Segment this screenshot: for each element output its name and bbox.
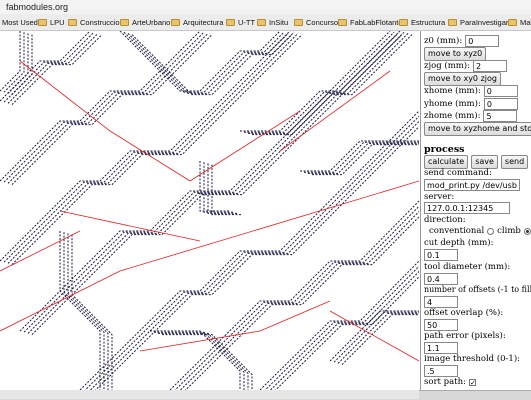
bookmark-label: LPU — [50, 17, 65, 27]
direction-label: direction: — [424, 215, 466, 225]
bookmark-arteurbano[interactable]: ArteUrbano — [120, 17, 170, 27]
move-xyzhome-button[interactable]: move to xyzhome and stop — [424, 122, 531, 136]
sort-path-checkbox[interactable]: ✓ — [468, 378, 476, 386]
path-error-input[interactable] — [424, 342, 458, 354]
toolpath-drawing — [0, 31, 419, 390]
conventional-radio[interactable] — [487, 227, 495, 235]
bookmark-label: Arquitectura — [183, 17, 224, 27]
z0-input[interactable] — [465, 35, 500, 47]
server-input[interactable] — [424, 202, 510, 214]
bookmark-most-used[interactable]: Most Used — [2, 17, 38, 27]
yhome-label: yhome (mm): — [424, 99, 481, 109]
bookmark-label: Estructura — [411, 17, 446, 27]
folder-icon — [338, 18, 347, 26]
overlap-label: offset overlap (%): — [424, 308, 504, 318]
tool-diameter-input[interactable] — [424, 273, 458, 285]
server-label: server: — [424, 192, 455, 202]
conventional-label: conventional — [429, 226, 485, 236]
bookmark-label: ArteUrbano — [132, 17, 171, 27]
folder-icon — [226, 18, 235, 26]
move-xy0-zjog-button[interactable]: move to xy0 zjog — [424, 72, 501, 86]
bookmark-label: Most Used — [2, 17, 38, 27]
climb-radio[interactable] — [523, 227, 531, 235]
send-command-input[interactable] — [424, 179, 520, 191]
bookmark-label: Construccion — [80, 17, 124, 27]
bookmark-label: FabLabFlotante — [350, 17, 403, 27]
bookmark-construccion[interactable]: Construccion — [68, 17, 124, 27]
climb-label: climb — [497, 226, 521, 236]
bookmark-estructura[interactable]: Estructura — [399, 17, 445, 27]
tool-diameter-label: tool diameter (mm): — [424, 262, 511, 272]
folder-icon — [68, 18, 77, 26]
process-heading: process — [424, 144, 465, 155]
cut-depth-input[interactable] — [424, 249, 458, 261]
bookmark-parainvestigar[interactable]: ParaInvestigar — [448, 17, 508, 27]
offsets-label: number of offsets (-1 to fill): — [424, 285, 531, 294]
bookmark-label: Mab — [520, 17, 531, 27]
folder-icon — [38, 18, 47, 26]
threshold-input[interactable] — [424, 365, 458, 377]
bookmark-label: InSitu — [269, 17, 289, 27]
bookmark-label: U-TT — [238, 17, 256, 27]
bookmark-u-tt[interactable]: U-TT — [226, 17, 255, 27]
overlap-input[interactable] — [424, 319, 458, 331]
xhome-label: xhome (mm): — [424, 86, 481, 96]
toolpath-canvas[interactable] — [0, 31, 419, 390]
xhome-input[interactable] — [483, 85, 518, 97]
folder-icon — [294, 18, 303, 26]
zjog-input[interactable] — [473, 60, 507, 72]
folder-icon — [448, 18, 457, 26]
bookmark-arquitectura[interactable]: Arquitectura — [171, 17, 223, 27]
sort-path-label: sort path: — [424, 377, 466, 387]
folder-icon — [171, 18, 180, 26]
zhome-label: zhome (mm): — [424, 111, 481, 121]
save-button[interactable]: save — [471, 155, 498, 169]
zhome-input[interactable] — [483, 110, 518, 122]
calculate-button[interactable]: calculate — [424, 155, 469, 169]
bookmark-label: Concurso — [306, 17, 339, 27]
send-command-label: send command: — [424, 168, 492, 178]
bookmark-fablabflotante[interactable]: FabLabFlotante — [338, 17, 403, 27]
settings-panel: z0 (mm): move to xyz0 zjog (mm): move to… — [420, 31, 531, 390]
send-button[interactable]: send — [500, 155, 529, 169]
yhome-input[interactable] — [483, 98, 518, 110]
horizontal-scrollbar[interactable] — [0, 390, 419, 399]
move-xyz0-button[interactable]: move to xyz0 — [424, 47, 487, 61]
bookmark-insitu[interactable]: InSitu — [257, 17, 288, 27]
bookmark-lpu[interactable]: LPU — [38, 17, 65, 27]
folder-icon — [399, 18, 408, 26]
cut-depth-label: cut depth (mm): — [424, 238, 494, 248]
path-error-label: path error (pixels): — [424, 331, 506, 341]
bookmark-concurso[interactable]: Concurso — [294, 17, 338, 27]
zjog-label: zjog (mm): — [424, 61, 470, 71]
folder-icon — [508, 18, 517, 26]
folder-icon — [120, 18, 129, 26]
threshold-label: image threshold (0-1): — [424, 354, 521, 364]
offsets-input[interactable] — [424, 296, 458, 308]
bookmarks-toolbar: Most Used LPU Construccion ArteUrbano Ar… — [0, 14, 531, 31]
folder-icon — [257, 18, 266, 26]
z0-label: z0 (mm): — [424, 36, 463, 46]
bookmark-mab[interactable]: Mab — [508, 17, 531, 27]
bookmark-label: ParaInvestigar — [460, 17, 509, 27]
address-bar[interactable]: fabmodules.org — [0, 0, 531, 15]
url-text: fabmodules.org — [6, 2, 69, 12]
